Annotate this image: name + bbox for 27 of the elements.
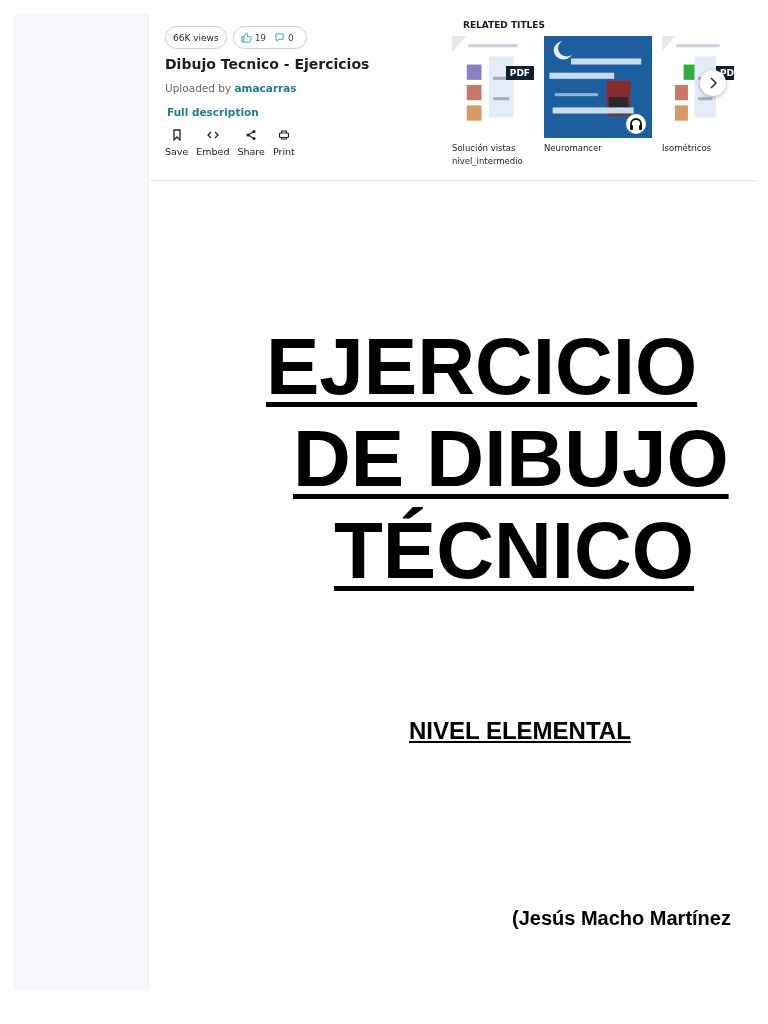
document-heading: DE DIBUJO bbox=[293, 413, 729, 505]
full-description-link[interactable]: Full description bbox=[167, 106, 259, 118]
uploaded-by-label: Uploaded by bbox=[165, 82, 232, 94]
uploader-link[interactable]: amacarras bbox=[234, 82, 297, 94]
section-heading: RELATED TITLES bbox=[463, 20, 546, 30]
document-heading: EJERCICIO bbox=[266, 321, 698, 413]
action-button[interactable]: Save bbox=[165, 129, 193, 157]
document-title: Dibujo Tecnico - Ejercicios bbox=[165, 56, 371, 72]
share-icon bbox=[245, 129, 258, 141]
likes-count: 19 bbox=[254, 32, 267, 43]
bookmark-icon bbox=[170, 129, 183, 141]
action-button[interactable]: Print bbox=[272, 129, 299, 157]
comments-count: 0 bbox=[288, 32, 294, 43]
related-title[interactable]: Neuromancer bbox=[544, 142, 652, 155]
action-button[interactable]: Embed bbox=[196, 129, 234, 157]
thumbs-up-icon[interactable] bbox=[240, 32, 252, 43]
action-button[interactable]: Share bbox=[237, 129, 269, 157]
document-author: (Jesús Macho Martínez bbox=[512, 907, 731, 930]
printer-icon bbox=[277, 129, 290, 141]
document-heading: TÉCNICO bbox=[334, 505, 694, 597]
headphones-icon bbox=[626, 114, 646, 134]
pdf-badge: PDF bbox=[505, 66, 534, 80]
related-title[interactable]: Isométricos bbox=[662, 142, 734, 155]
chevron-right-icon bbox=[708, 77, 718, 89]
document-subtitle: NIVEL ELEMENTAL bbox=[409, 717, 631, 745]
related-title[interactable]: Solución vistas nivel_intermedio bbox=[452, 142, 534, 168]
code-icon bbox=[206, 129, 219, 141]
